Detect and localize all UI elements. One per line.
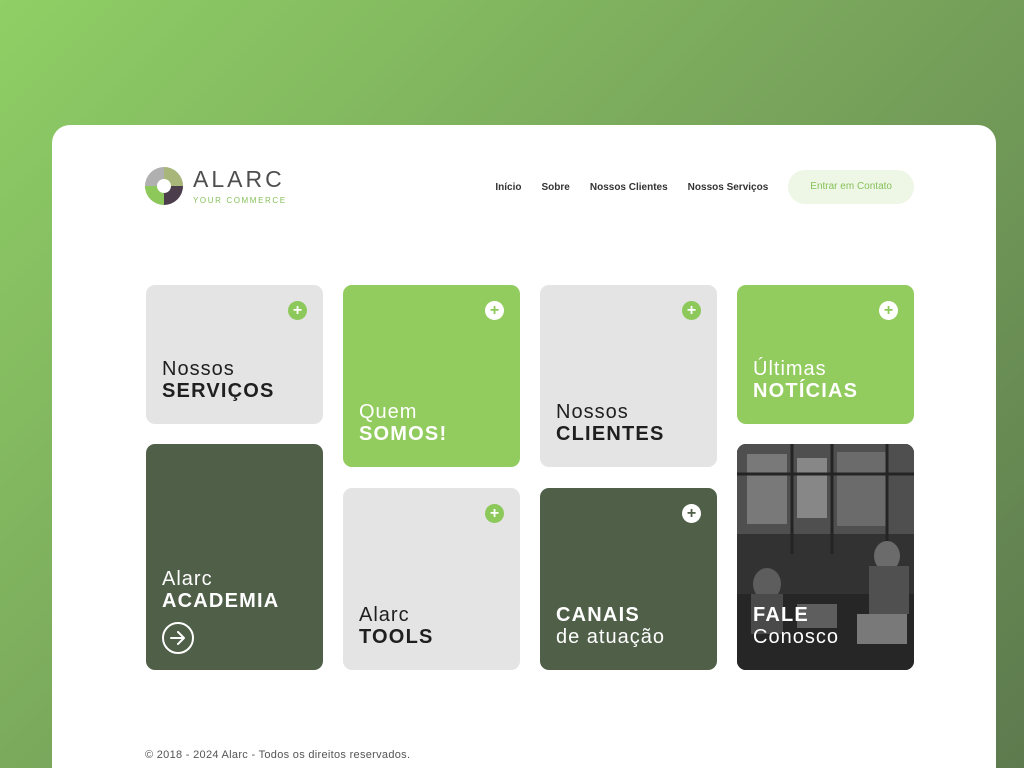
brand-logo[interactable]: ALARC YOUR COMMERCE [145,167,287,205]
tile-academia-line1: Alarc [162,568,213,590]
plus-icon[interactable]: + [682,504,701,523]
tile-fale-line1: FALE [753,604,809,626]
tile-academia[interactable]: Alarc ACADEMIA [146,444,323,670]
main-nav: Início Sobre Nossos Clientes Nossos Serv… [495,170,914,204]
tile-canais-line1: CANAIS [556,604,640,626]
tile-clientes-line2: CLIENTES [556,423,665,445]
tile-servicos[interactable]: + Nossos SERVIÇOS [146,285,323,424]
tile-canais-line2: de atuação [556,626,665,648]
contact-button[interactable]: Entrar em Contato [788,170,914,204]
nav-item-servicos[interactable]: Nossos Serviços [688,182,769,193]
plus-icon[interactable]: + [485,504,504,523]
logo-mark-icon [145,167,183,205]
nav-item-clientes[interactable]: Nossos Clientes [590,182,668,193]
brand-tagline: YOUR COMMERCE [193,195,287,205]
tile-tools-line2: TOOLS [359,626,434,648]
tile-servicos-line1: Nossos [162,358,235,380]
tile-quem-somos[interactable]: + Quem SOMOS! [343,285,520,467]
plus-icon[interactable]: + [485,301,504,320]
plus-icon[interactable]: + [879,301,898,320]
tile-noticias-line1: Últimas [753,358,827,380]
tile-noticias-line2: NOTÍCIAS [753,380,859,402]
tile-fale-line2: Conosco [753,626,839,648]
arrow-right-circle-icon[interactable] [162,622,194,654]
tile-academia-line2: ACADEMIA [162,590,280,612]
tile-tools[interactable]: + Alarc TOOLS [343,488,520,670]
tile-quem-somos-line2: SOMOS! [359,423,448,445]
tile-clientes[interactable]: + Nossos CLIENTES [540,285,717,467]
footer-copyright: © 2018 - 2024 Alarc - Todos os direitos … [145,749,411,761]
tile-quem-somos-line1: Quem [359,401,418,423]
tile-fale-conosco[interactable]: FALE Conosco [737,444,914,670]
main-card: ALARC YOUR COMMERCE Início Sobre Nossos … [52,125,996,768]
nav-item-sobre[interactable]: Sobre [542,182,570,193]
brand-name: ALARC [193,165,285,192]
tile-canais[interactable]: + CANAIS de atuação [540,488,717,670]
plus-icon[interactable]: + [682,301,701,320]
tile-noticias[interactable]: + Últimas NOTÍCIAS [737,285,914,424]
tile-servicos-line2: SERVIÇOS [162,380,275,402]
plus-icon[interactable]: + [288,301,307,320]
tile-tools-line1: Alarc [359,604,410,626]
nav-item-inicio[interactable]: Início [495,182,521,193]
tile-clientes-line1: Nossos [556,401,629,423]
